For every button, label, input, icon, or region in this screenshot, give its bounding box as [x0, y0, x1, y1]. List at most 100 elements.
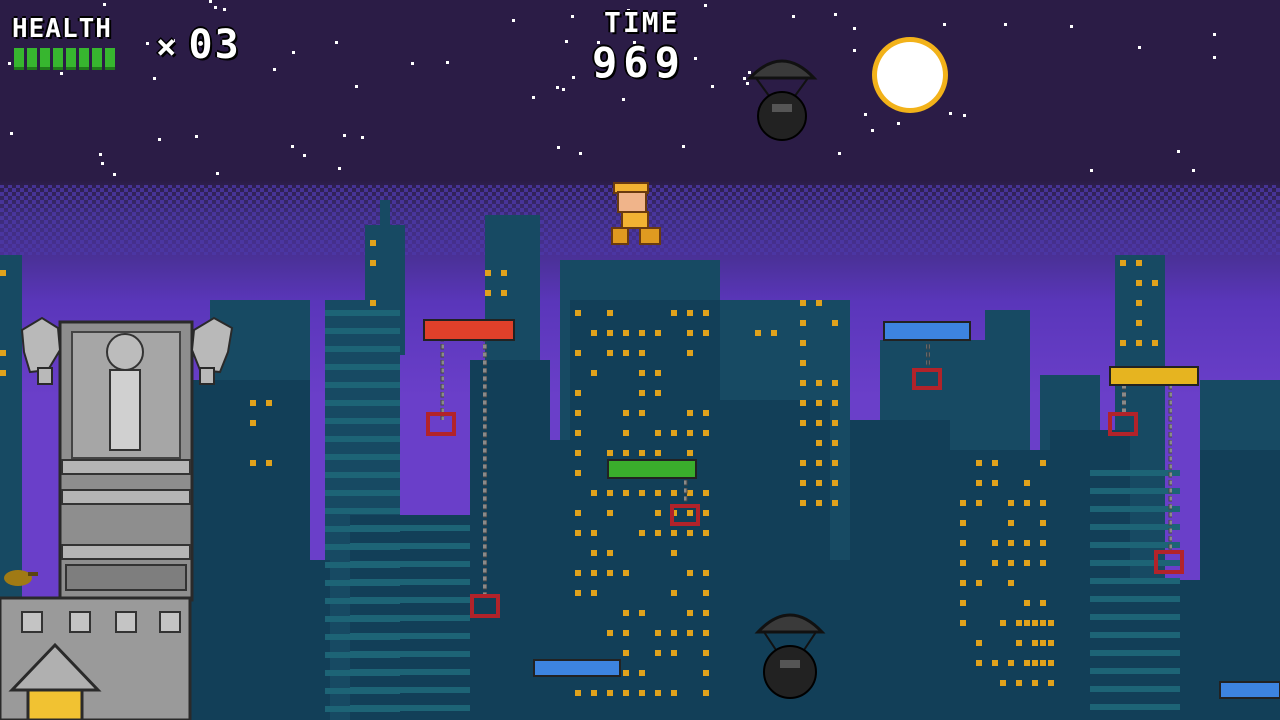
window-light [250, 460, 256, 466]
window-light [639, 390, 645, 396]
window-light [816, 480, 822, 486]
building-stripe [1090, 506, 1180, 512]
window-light [655, 530, 661, 536]
star [897, 122, 900, 125]
building-stripe [1090, 704, 1180, 710]
star [153, 77, 156, 80]
window-light [832, 320, 838, 326]
window-light [1024, 560, 1030, 566]
window-light [607, 570, 613, 576]
window-light [771, 330, 777, 336]
star [60, 72, 63, 75]
window-light [607, 630, 613, 636]
window-light [832, 420, 838, 426]
window-light [591, 530, 597, 536]
star [1213, 33, 1216, 36]
window-light [575, 570, 581, 576]
window-light [1136, 260, 1142, 266]
platform-blue-bottom-left [533, 659, 621, 677]
star [682, 145, 685, 148]
building-stripe [1090, 686, 1180, 692]
star [1192, 169, 1195, 172]
window-light [639, 330, 645, 336]
window-light [960, 580, 966, 586]
window-light [607, 310, 613, 316]
building-stripe [1090, 650, 1180, 656]
window-light [1040, 540, 1046, 546]
window-light [1016, 620, 1022, 626]
window-light [1016, 640, 1022, 646]
health-segment [79, 48, 89, 70]
window-light [800, 480, 806, 486]
window-light [800, 420, 806, 426]
star [303, 154, 306, 157]
window-light [687, 430, 693, 436]
building-stripe [325, 508, 400, 514]
window-light [1024, 480, 1030, 486]
window-light [687, 410, 693, 416]
window-light [976, 460, 982, 466]
window-light [0, 370, 6, 376]
window-light [992, 540, 998, 546]
window-light [607, 450, 613, 456]
window-light [1000, 620, 1006, 626]
window-light [960, 520, 966, 526]
window-light [1040, 640, 1046, 646]
window-light [687, 310, 693, 316]
window-light [501, 290, 507, 296]
window-light [816, 400, 822, 406]
window-light [655, 450, 661, 456]
building-stripe [350, 687, 470, 693]
health-segment [53, 48, 63, 70]
health-label: HEALTH [12, 14, 112, 44]
building-stripe [350, 615, 470, 621]
time-label: TIME [604, 6, 680, 39]
window-light [591, 550, 597, 556]
star [291, 145, 294, 148]
star [209, 0, 212, 3]
window-light [703, 310, 709, 316]
window-light [575, 470, 581, 476]
health-segment [105, 48, 115, 70]
star [361, 136, 364, 139]
window-light [655, 430, 661, 436]
window-light [800, 360, 806, 366]
window-light [687, 330, 693, 336]
window-light [992, 560, 998, 566]
window-light [800, 460, 806, 466]
window-light [800, 380, 806, 386]
window-light [1032, 620, 1038, 626]
window-light [687, 570, 693, 576]
building-stripe [1090, 560, 1180, 566]
star [101, 162, 104, 165]
window-light [575, 690, 581, 696]
health-segment [27, 48, 37, 70]
window-light [703, 590, 709, 596]
window-light [1008, 500, 1014, 506]
window-light [1024, 540, 1030, 546]
window-light [671, 590, 677, 596]
star [834, 13, 837, 16]
star [99, 153, 102, 156]
window-light [816, 300, 822, 306]
window-light [623, 410, 629, 416]
health-segment [40, 48, 50, 70]
window-light [800, 300, 806, 306]
window-light [703, 530, 709, 536]
window-light [607, 490, 613, 496]
building-stripe [350, 525, 470, 531]
window-light [1040, 560, 1046, 566]
building-stripe [325, 364, 400, 370]
window-light [1120, 340, 1126, 346]
building-stripe [1090, 596, 1180, 602]
window-light [655, 370, 661, 376]
building-stripe [1090, 632, 1180, 638]
window-light [816, 440, 822, 446]
star [512, 19, 515, 22]
star [556, 86, 559, 89]
building-stripe [325, 400, 400, 406]
window-light [575, 590, 581, 596]
window-light [639, 370, 645, 376]
window-light [992, 480, 998, 486]
window-light [623, 670, 629, 676]
